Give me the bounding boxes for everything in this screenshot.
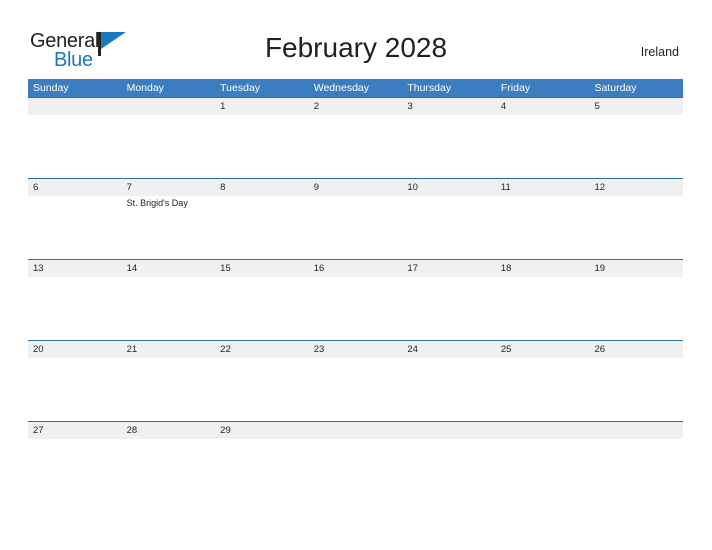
weekday-header-thursday: Thursday bbox=[407, 82, 452, 94]
day-cell[interactable] bbox=[496, 422, 590, 502]
week-row: 20 21 22 23 24 25 26 bbox=[28, 340, 683, 421]
day-number: 7 bbox=[126, 182, 132, 193]
page-title: February 2028 bbox=[264, 32, 448, 63]
day-cell[interactable] bbox=[309, 422, 403, 502]
week-row: 13 14 15 16 17 18 19 bbox=[28, 259, 683, 340]
day-cell[interactable]: 18 bbox=[496, 260, 590, 340]
day-cell[interactable]: 27 bbox=[28, 422, 122, 502]
day-number: 8 bbox=[220, 182, 226, 193]
page-header: General Blue February 2028 Ireland bbox=[0, 0, 712, 76]
day-number: 14 bbox=[126, 263, 138, 274]
day-number: 3 bbox=[407, 101, 413, 112]
day-number: 6 bbox=[33, 182, 39, 193]
day-number: 12 bbox=[594, 182, 606, 193]
weekday-header-sunday: Sunday bbox=[33, 82, 69, 94]
calendar-grid: Sunday Monday Tuesday Wednesday Thursday… bbox=[28, 79, 683, 502]
day-number: 26 bbox=[594, 344, 606, 355]
day-cell[interactable]: 2 bbox=[309, 98, 403, 178]
day-cell[interactable]: 3 bbox=[402, 98, 496, 178]
day-number: 17 bbox=[407, 263, 418, 274]
day-cell[interactable]: 24 bbox=[402, 341, 496, 421]
day-number: 28 bbox=[126, 425, 138, 436]
day-cell[interactable] bbox=[122, 98, 216, 178]
day-cell[interactable]: 8 bbox=[215, 179, 309, 259]
day-cell[interactable]: 5 bbox=[589, 98, 683, 178]
week-row: 6 7 St. Brigid's Day 8 9 10 11 12 bbox=[28, 178, 683, 259]
day-cell[interactable]: 22 bbox=[215, 341, 309, 421]
day-cell[interactable]: 14 bbox=[122, 260, 216, 340]
day-number: 10 bbox=[407, 182, 418, 193]
weekday-header-tuesday: Tuesday bbox=[220, 82, 261, 94]
day-cell[interactable]: 13 bbox=[28, 260, 122, 340]
day-number: 18 bbox=[500, 263, 512, 274]
day-number bbox=[407, 422, 496, 439]
day-number: 20 bbox=[33, 344, 44, 355]
weekday-header-row: Sunday Monday Tuesday Wednesday Thursday… bbox=[28, 79, 683, 97]
weekday-header-wednesday: Wednesday bbox=[313, 82, 369, 94]
day-number: 16 bbox=[313, 263, 325, 274]
country-label: Ireland bbox=[640, 45, 679, 59]
day-number: 2 bbox=[313, 101, 320, 112]
day-cell[interactable]: 20 bbox=[28, 341, 122, 421]
day-cell[interactable]: 25 bbox=[496, 341, 590, 421]
day-number: 13 bbox=[33, 263, 44, 274]
day-cell[interactable]: 12 bbox=[589, 179, 683, 259]
day-cell[interactable]: 16 bbox=[309, 260, 403, 340]
day-cell[interactable]: 9 bbox=[309, 179, 403, 259]
day-cell[interactable] bbox=[28, 98, 122, 178]
day-number bbox=[127, 98, 216, 115]
weekday-header-monday: Monday bbox=[126, 82, 164, 94]
day-number bbox=[314, 422, 403, 439]
day-number bbox=[33, 98, 122, 115]
day-cell[interactable] bbox=[589, 422, 683, 502]
day-cell[interactable]: 15 bbox=[215, 260, 309, 340]
day-number: 11 bbox=[500, 182, 511, 193]
day-number: 25 bbox=[500, 344, 512, 355]
day-number: 29 bbox=[220, 425, 231, 436]
day-number: 15 bbox=[220, 263, 231, 274]
day-cell[interactable]: 29 bbox=[215, 422, 309, 502]
day-number: 5 bbox=[594, 101, 600, 112]
day-number: 1 bbox=[220, 101, 226, 112]
day-cell[interactable]: 11 bbox=[496, 179, 590, 259]
week-row: 27 28 29 bbox=[28, 421, 683, 502]
day-cell[interactable]: 17 bbox=[402, 260, 496, 340]
day-cell[interactable]: 26 bbox=[589, 341, 683, 421]
day-event: St. Brigid's Day bbox=[126, 198, 188, 208]
day-cell[interactable]: 10 bbox=[402, 179, 496, 259]
day-number bbox=[594, 422, 683, 439]
day-number: 27 bbox=[33, 425, 44, 436]
day-cell[interactable]: 4 bbox=[496, 98, 590, 178]
day-cell[interactable]: 21 bbox=[122, 341, 216, 421]
day-number: 23 bbox=[313, 344, 325, 355]
weekday-header-friday: Friday bbox=[500, 82, 531, 94]
day-number: 24 bbox=[407, 344, 418, 355]
day-number: 21 bbox=[126, 344, 138, 355]
day-cell[interactable]: 1 bbox=[215, 98, 309, 178]
day-cell[interactable]: 6 bbox=[28, 179, 122, 259]
day-cell[interactable] bbox=[402, 422, 496, 502]
calendar-page: General Blue February 2028 Ireland Sunda… bbox=[0, 0, 712, 550]
day-number: 19 bbox=[594, 263, 606, 274]
day-cell[interactable]: 23 bbox=[309, 341, 403, 421]
day-number: 22 bbox=[220, 344, 231, 355]
day-cell[interactable]: 28 bbox=[122, 422, 216, 502]
day-cell[interactable]: 7 St. Brigid's Day bbox=[122, 179, 216, 259]
day-number: 9 bbox=[313, 182, 320, 193]
weekday-header-saturday: Saturday bbox=[594, 82, 637, 94]
week-row: 1 2 3 4 5 bbox=[28, 97, 683, 178]
day-cell[interactable]: 19 bbox=[589, 260, 683, 340]
day-number: 4 bbox=[500, 101, 507, 112]
day-number bbox=[501, 422, 590, 439]
